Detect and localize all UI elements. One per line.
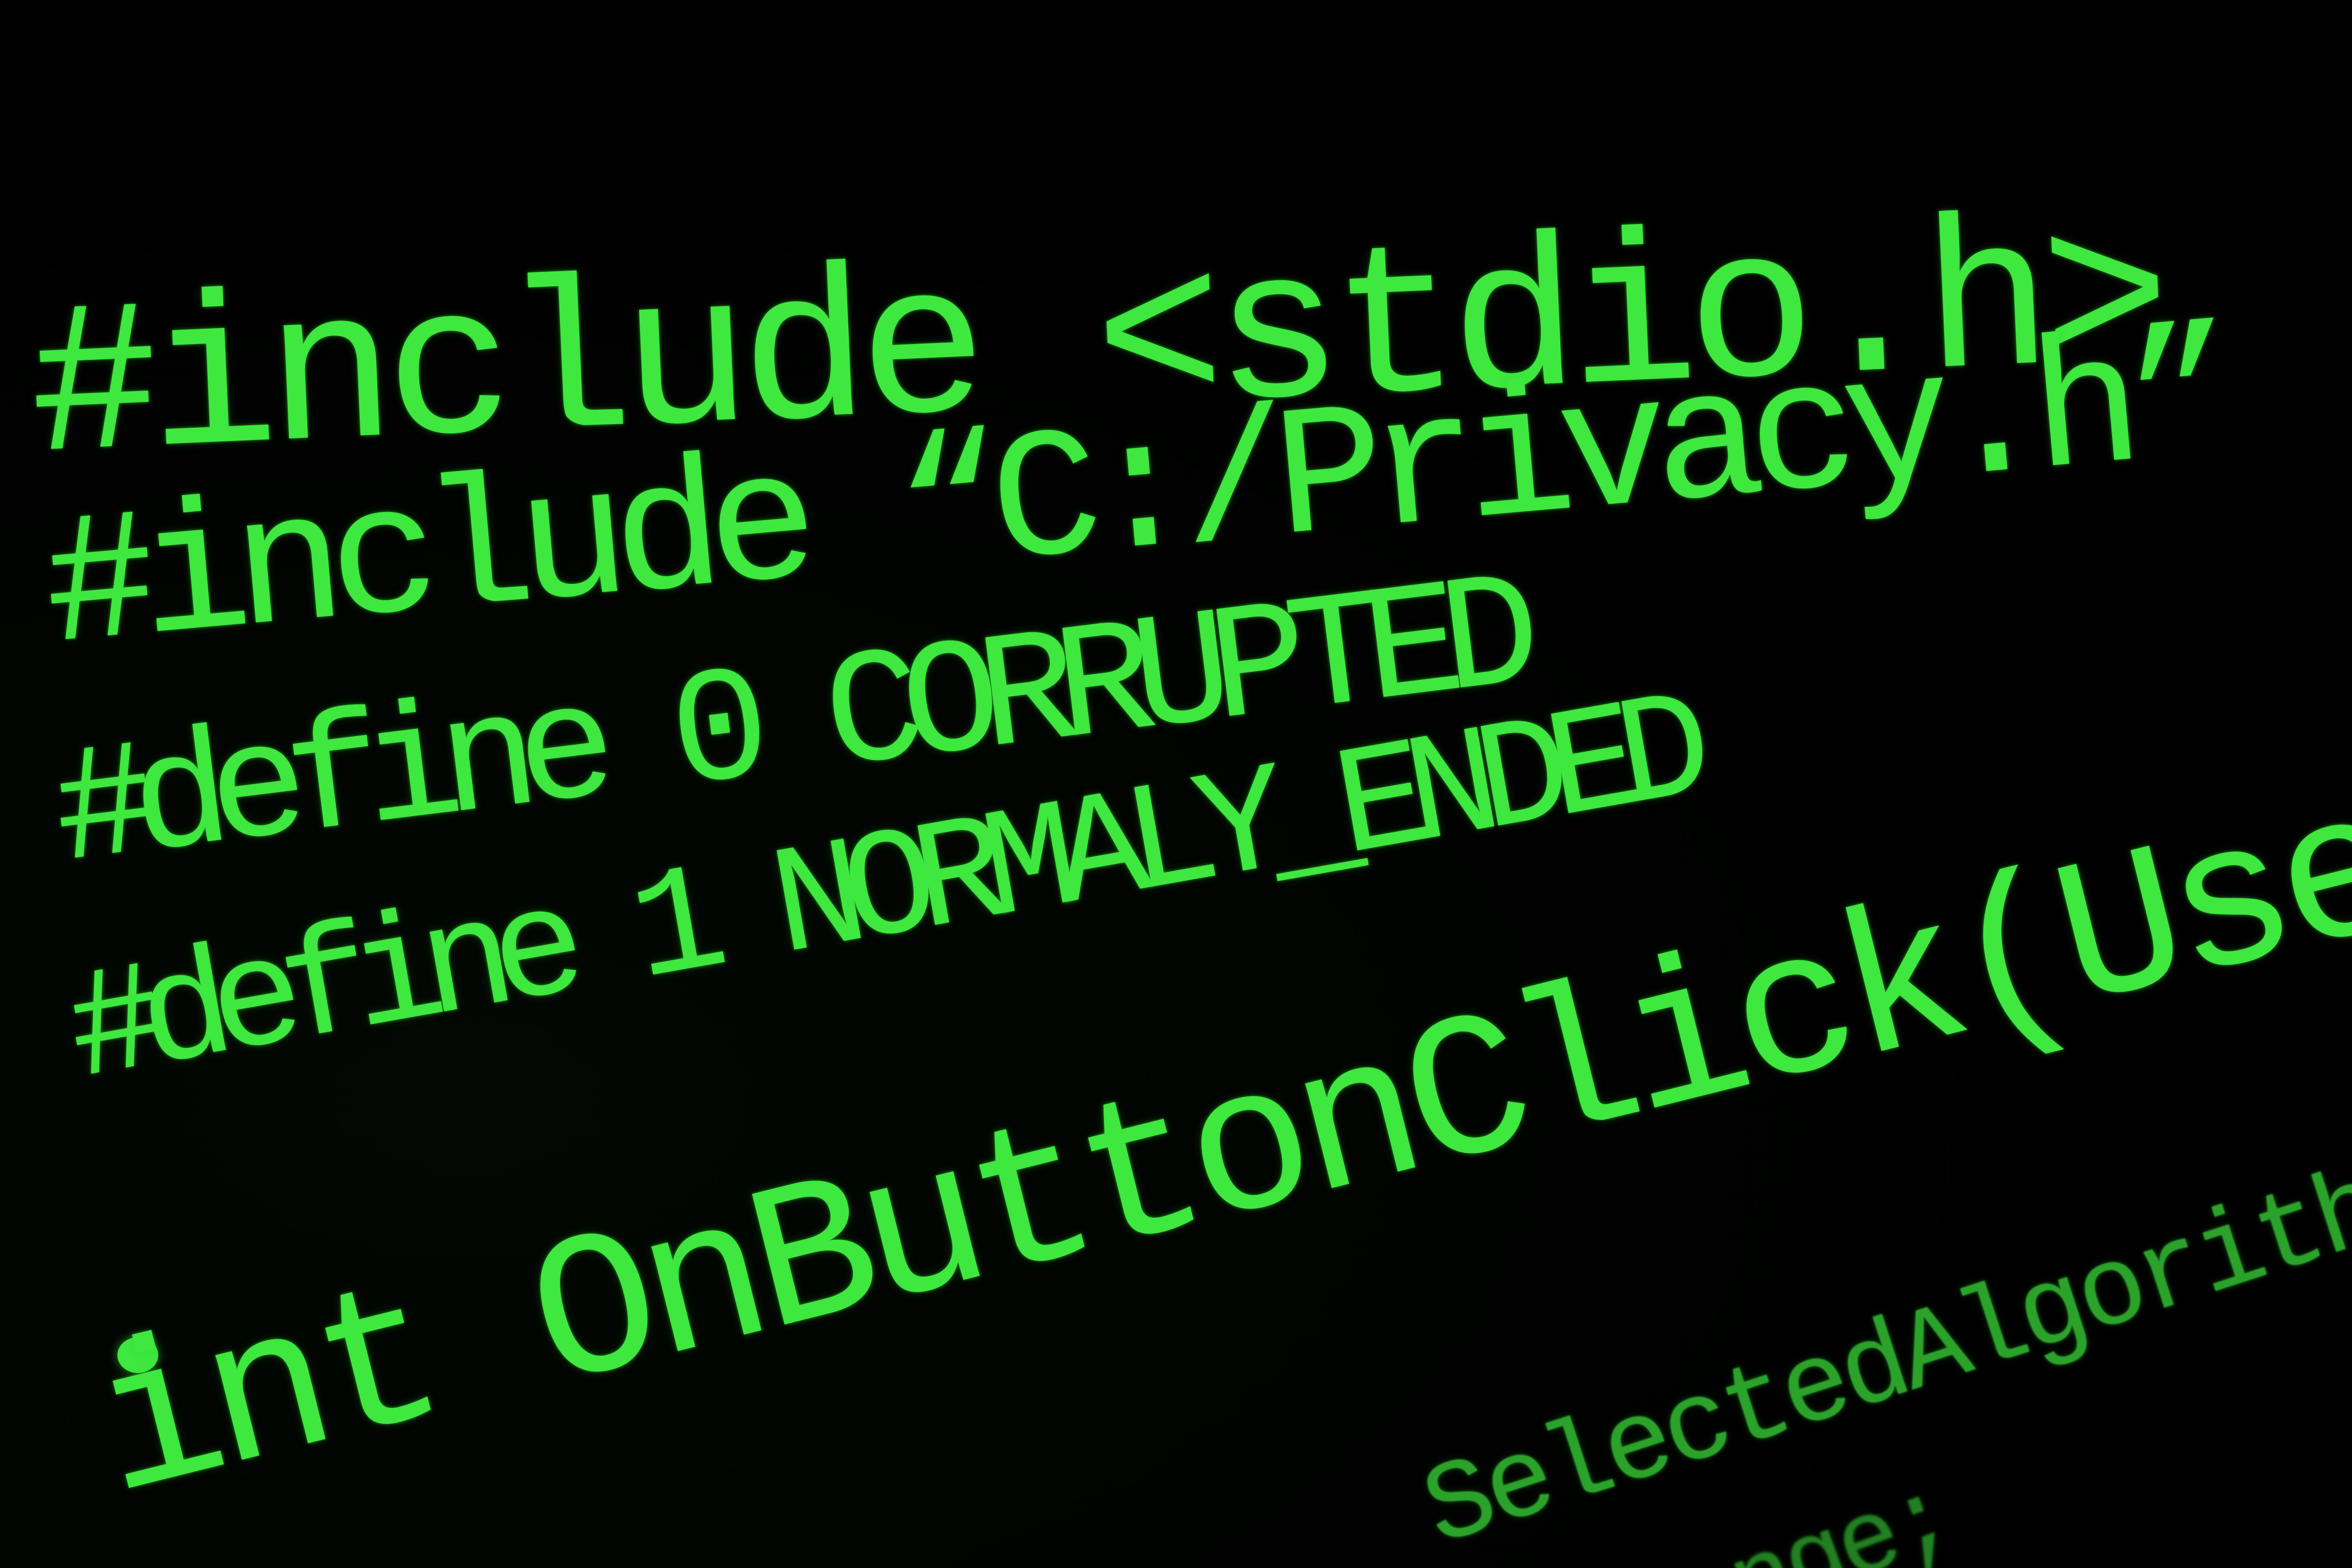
- code-editor-screen: #include <stdio.h> #include “C:/Privacy.…: [0, 0, 2352, 1568]
- code-line-nge: nge;: [1716, 1461, 1967, 1568]
